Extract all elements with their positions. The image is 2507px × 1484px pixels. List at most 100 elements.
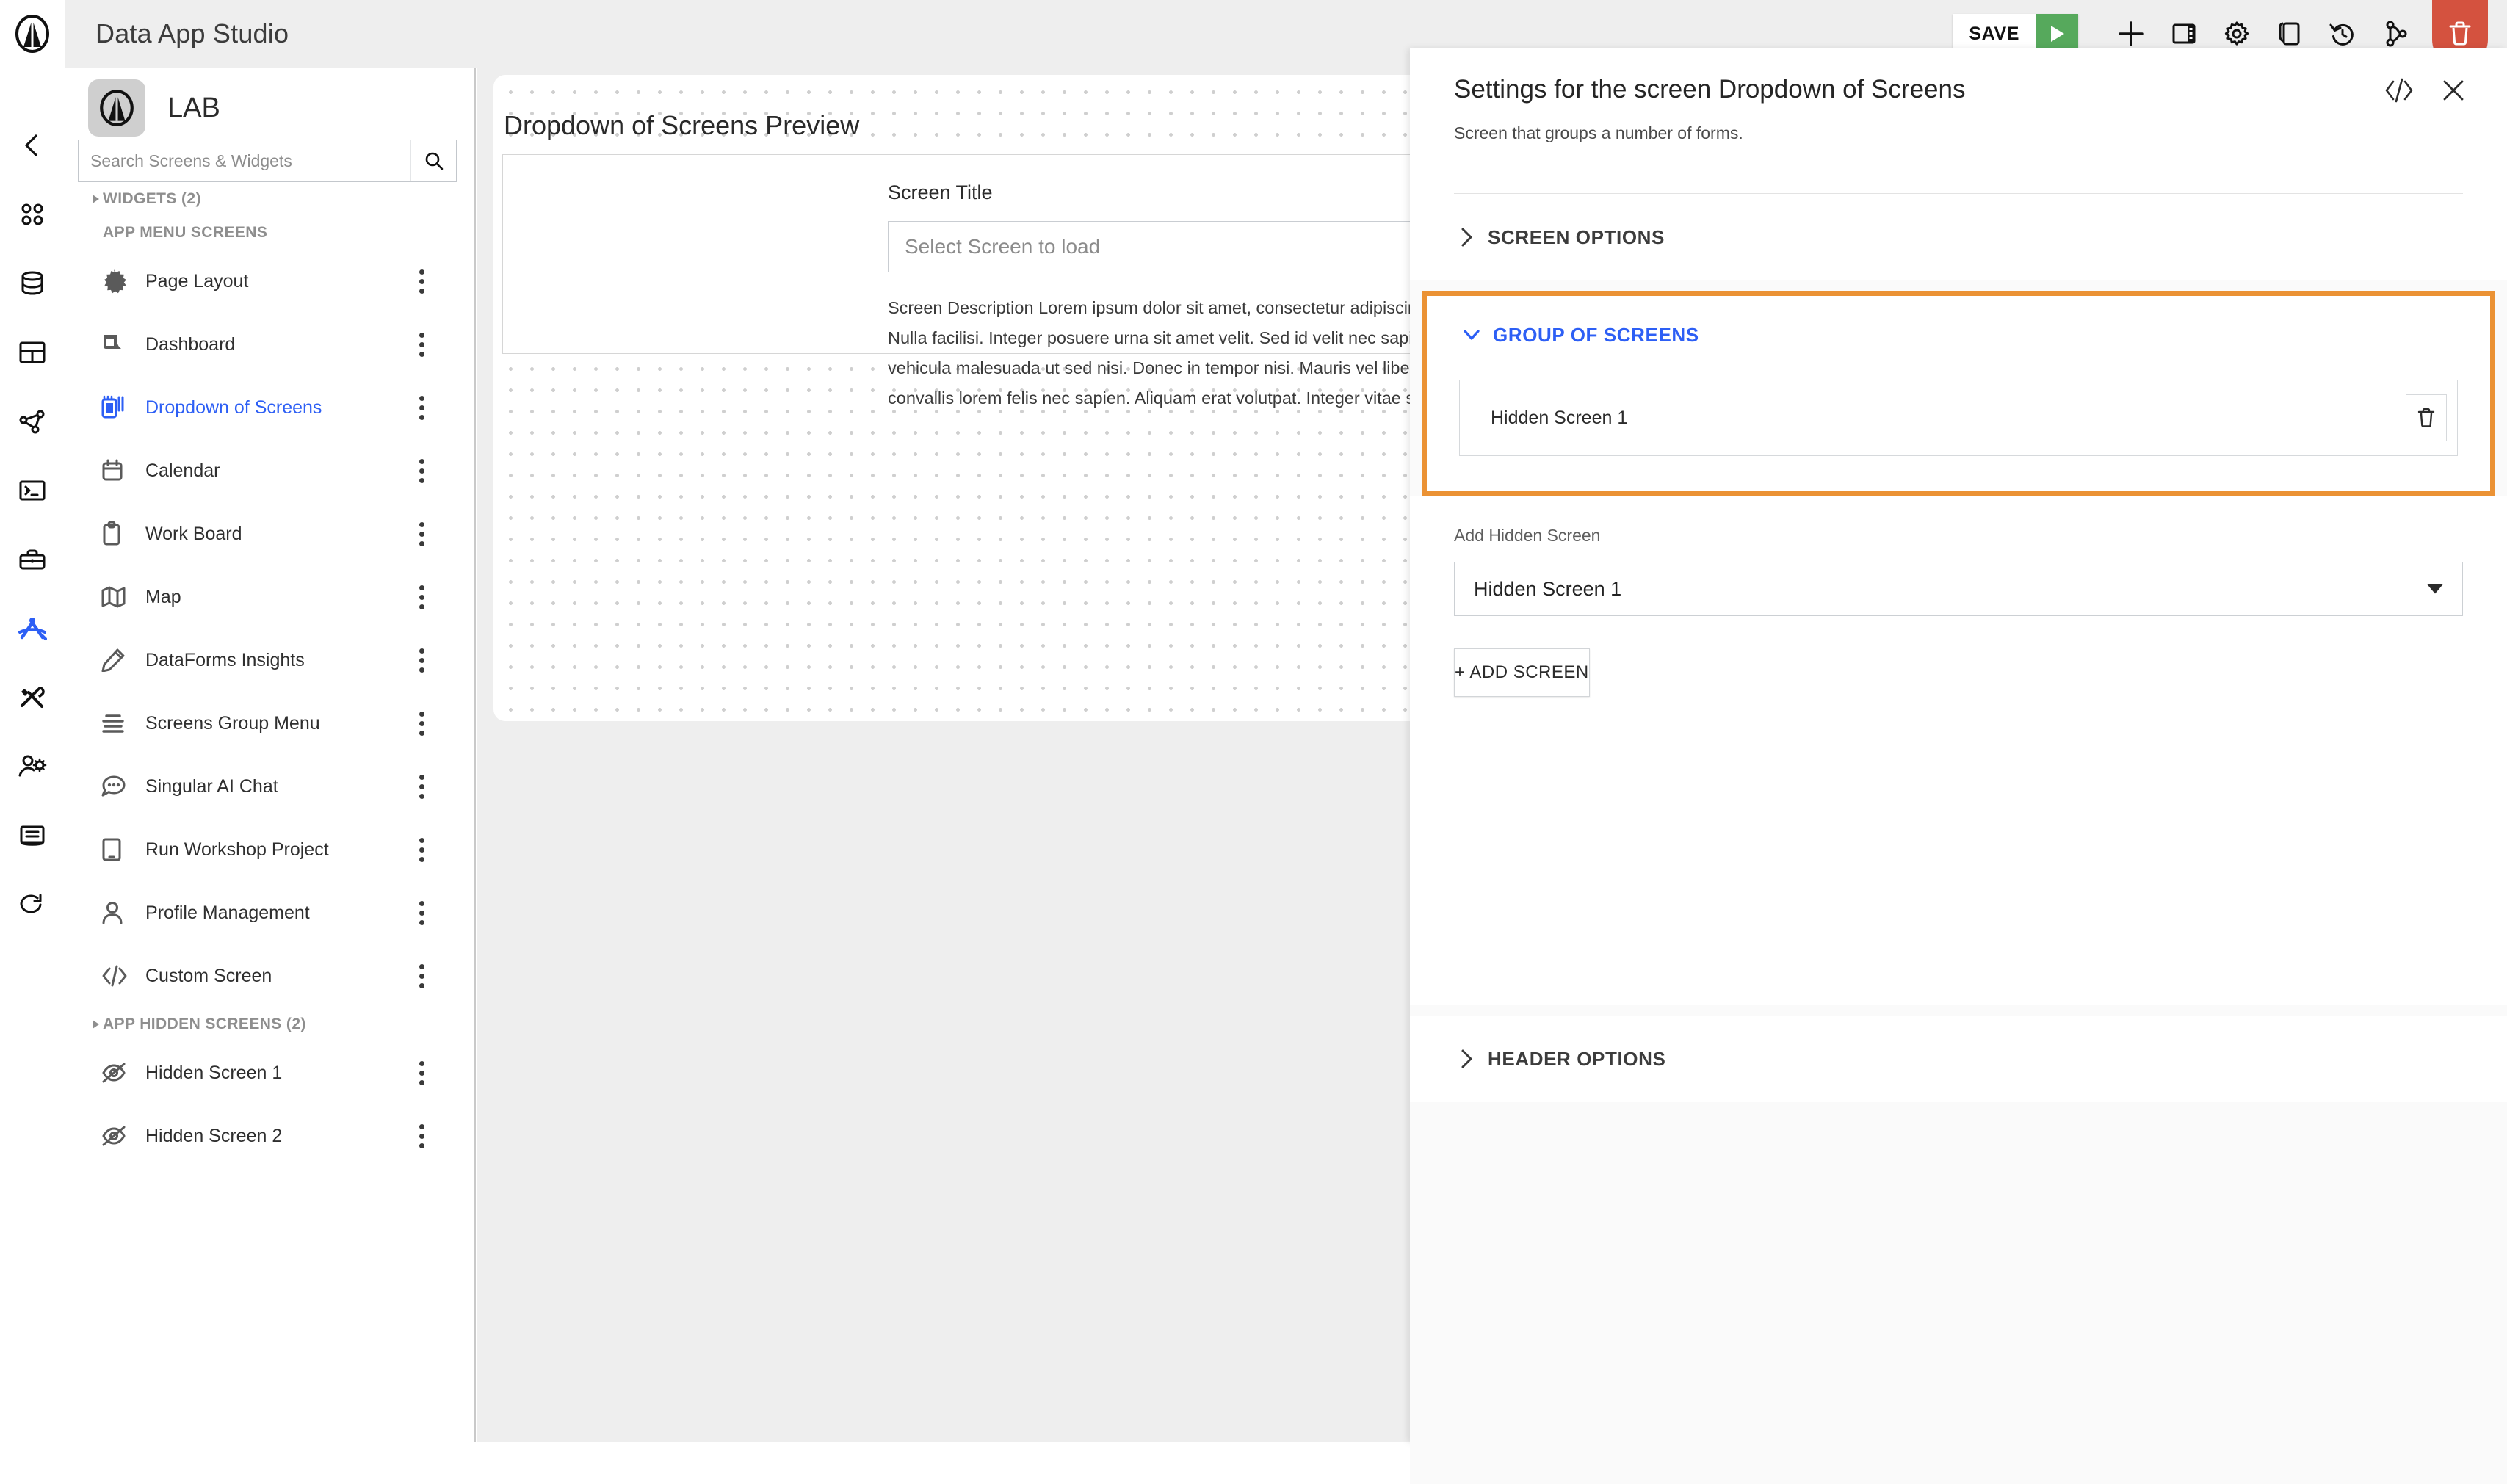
chevron-down-icon	[1459, 327, 1484, 343]
sidebar-item-label: Dropdown of Screens	[145, 397, 322, 418]
rail-toolbox-button[interactable]	[0, 533, 65, 586]
app-logo[interactable]	[0, 0, 65, 68]
trash-icon	[2449, 21, 2471, 46]
add-screen-button[interactable]: + ADD SCREEN	[1454, 648, 1590, 697]
more-vertical-icon[interactable]	[408, 1115, 435, 1157]
more-vertical-icon[interactable]	[408, 829, 435, 870]
more-vertical-icon[interactable]	[408, 387, 435, 428]
screen-title-label: Screen Title	[888, 181, 993, 203]
accordion-screen-options[interactable]: SCREEN OPTIONS	[1410, 194, 2507, 280]
sidebar-item-singular-ai-chat[interactable]: Singular AI Chat	[65, 755, 474, 818]
dropdown-screens-icon	[101, 395, 135, 420]
accordion-label: HEADER OPTIONS	[1488, 1047, 1666, 1070]
chat-bubble-icon	[101, 775, 135, 797]
sidebar-section-app-hidden-screens[interactable]: APP HIDDEN SCREENS (2)	[65, 1007, 474, 1041]
history-icon	[2329, 23, 2354, 46]
accordion-group-of-screens[interactable]: GROUP OF SCREENS	[1427, 296, 2490, 374]
collapse-rail-button[interactable]	[0, 119, 65, 172]
trash-icon	[2417, 408, 2435, 427]
sidebar-item-work-board[interactable]: Work Board	[65, 502, 474, 565]
rail-user-settings-button[interactable]	[0, 740, 65, 793]
settings-panel-subtitle: Screen that groups a number of forms.	[1454, 123, 1743, 142]
branch-icon	[2386, 21, 2407, 47]
sidebar-item-label: DataForms Insights	[145, 649, 305, 670]
sidebar-section-app-menu-screens: APP MENU SCREENS	[103, 224, 268, 241]
delete-group-screen-button[interactable]	[2406, 394, 2447, 441]
more-vertical-icon[interactable]	[408, 261, 435, 302]
toolbox-icon	[19, 549, 46, 570]
menu-lines-icon	[101, 713, 135, 734]
sidebar-item-dataforms-insights[interactable]: DataForms Insights	[65, 629, 474, 692]
sidebar-app-logo[interactable]	[88, 79, 145, 137]
rail-tools-button[interactable]	[0, 671, 65, 724]
more-vertical-icon[interactable]	[408, 955, 435, 996]
more-vertical-icon[interactable]	[408, 703, 435, 744]
screen-select-dropdown[interactable]: Select Screen to load	[888, 221, 1410, 272]
chevron-right-icon	[1454, 1048, 1479, 1070]
rail-database-button[interactable]	[0, 257, 65, 310]
app-logo-circle-triangle-icon	[100, 90, 134, 126]
settings-panel-title: Settings for the screen Dropdown of Scre…	[1454, 75, 1966, 104]
close-icon	[2443, 80, 2464, 101]
settings-panel-header-actions	[2384, 78, 2466, 106]
search-button[interactable]	[410, 140, 456, 181]
sidebar-item-calendar[interactable]: Calendar	[65, 439, 474, 502]
add-hidden-screen-select[interactable]: Hidden Screen 1	[1454, 562, 2463, 616]
network-graph-icon	[19, 410, 45, 434]
accordion-header-options[interactable]: HEADER OPTIONS	[1410, 1016, 2507, 1102]
rail-terminal-button[interactable]	[0, 464, 65, 517]
sidebar-item-label: Map	[145, 586, 181, 607]
rail-table-button[interactable]	[0, 326, 65, 379]
settings-panel: Settings for the screen Dropdown of Scre…	[1410, 48, 2507, 1484]
sidebar-item-screens-group-menu[interactable]: Screens Group Menu	[65, 692, 474, 755]
code-icon	[2385, 78, 2413, 103]
accordion-label: SCREEN OPTIONS	[1488, 225, 1665, 248]
sidebar-item-profile-management[interactable]: Profile Management	[65, 881, 474, 944]
rail-docs-button[interactable]	[0, 809, 65, 862]
more-vertical-icon[interactable]	[408, 513, 435, 554]
rail-refresh-button[interactable]	[0, 878, 65, 931]
sidebar-item-page-layout[interactable]: Page Layout	[65, 250, 474, 313]
more-vertical-icon[interactable]	[408, 576, 435, 618]
chevron-right-icon	[1454, 226, 1479, 248]
calendar-icon	[101, 459, 135, 482]
compass-icon	[18, 618, 47, 640]
sidebar-item-dropdown-of-screens[interactable]: Dropdown of Screens	[65, 376, 474, 439]
more-vertical-icon[interactable]	[408, 1052, 435, 1093]
group-screen-label: Hidden Screen 1	[1491, 407, 1628, 428]
sidebar-app-name: LAB	[167, 92, 220, 123]
more-vertical-icon[interactable]	[408, 640, 435, 681]
panel-divider	[1454, 193, 2463, 194]
sidebar-item-custom-screen[interactable]: Custom Screen	[65, 944, 474, 1007]
close-panel-button[interactable]	[2441, 78, 2466, 106]
gear-icon	[2224, 21, 2249, 46]
app-logo-circle-triangle-icon	[15, 15, 49, 53]
sidebar-item-label: Calendar	[145, 460, 220, 481]
sidebar-item-hidden-screen-2[interactable]: Hidden Screen 2	[65, 1104, 474, 1168]
screen-description: Screen Description Lorem ipsum dolor sit…	[888, 298, 1410, 408]
sidebar-item-run-workshop-project[interactable]: Run Workshop Project	[65, 818, 474, 881]
sidebar-section-widgets[interactable]: WIDGETS (2)	[65, 182, 474, 216]
run-button[interactable]	[2036, 14, 2078, 54]
more-vertical-icon[interactable]	[408, 892, 435, 933]
rail-studio-button[interactable]	[0, 602, 65, 655]
more-vertical-icon[interactable]	[408, 766, 435, 807]
search-box	[78, 140, 457, 182]
sidebar-item-hidden-screen-1[interactable]: Hidden Screen 1	[65, 1041, 474, 1104]
preview-title: Dropdown of Screens Preview	[504, 110, 860, 140]
header-options-wrap: HEADER OPTIONS	[1410, 1016, 2507, 1102]
user-gear-icon	[18, 755, 47, 777]
more-vertical-icon[interactable]	[408, 324, 435, 365]
code-view-button[interactable]	[2384, 78, 2414, 106]
save-button[interactable]: SAVE	[1953, 14, 2036, 54]
rail-graph-button[interactable]	[0, 395, 65, 448]
table-icon	[19, 341, 46, 363]
sidebar-item-label: Screens Group Menu	[145, 712, 320, 734]
more-vertical-icon[interactable]	[408, 450, 435, 491]
pencil-icon	[101, 648, 135, 672]
search-input[interactable]	[79, 140, 410, 181]
sidebar-item-map[interactable]: Map	[65, 565, 474, 629]
clipboard-icon	[101, 521, 135, 546]
rail-apps-button[interactable]	[0, 188, 65, 241]
sidebar-item-dashboard[interactable]: Dashboard	[65, 313, 474, 376]
